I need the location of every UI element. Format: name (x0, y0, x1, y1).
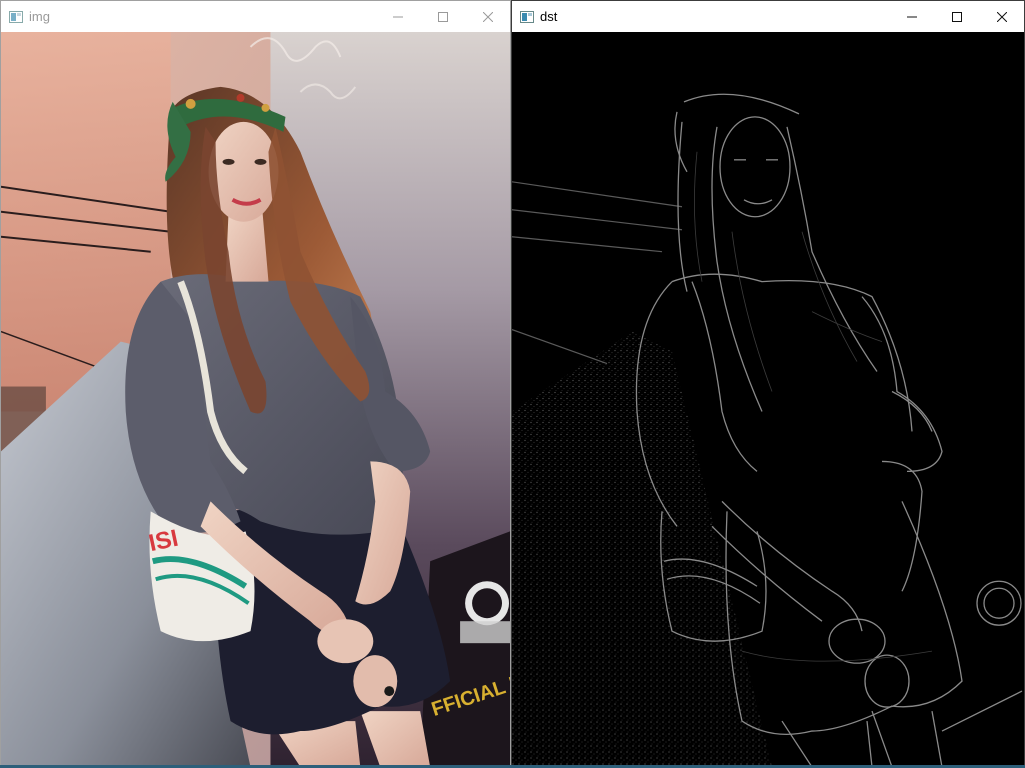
dst-close-button[interactable] (979, 1, 1024, 32)
photo-of-woman: FFICIAL R ISI (1, 32, 510, 767)
img-minimize-button[interactable] (375, 1, 420, 32)
maximize-icon (951, 11, 962, 22)
dst-maximize-button[interactable] (934, 1, 979, 32)
close-icon (996, 11, 1007, 22)
img-maximize-button[interactable] (420, 1, 465, 32)
img-window-title: img (29, 9, 50, 24)
dst-minimize-button[interactable] (889, 1, 934, 32)
img-window[interactable]: img FFICIAL R ISI (0, 0, 511, 768)
window-app-icon (9, 10, 23, 23)
dst-titlebar[interactable]: dst (512, 1, 1024, 32)
minimize-icon (906, 16, 917, 17)
dst-canvas[interactable] (512, 32, 1024, 767)
minimize-icon (392, 16, 403, 17)
img-close-button[interactable] (465, 1, 510, 32)
dst-window[interactable]: dst (511, 0, 1025, 768)
window-app-icon (520, 10, 534, 23)
img-titlebar[interactable]: img (1, 1, 510, 32)
dst-window-title: dst (540, 9, 558, 24)
maximize-icon (437, 11, 448, 22)
img-canvas[interactable]: FFICIAL R ISI (1, 32, 510, 767)
close-icon (482, 11, 493, 22)
edge-detection-output (512, 32, 1024, 767)
